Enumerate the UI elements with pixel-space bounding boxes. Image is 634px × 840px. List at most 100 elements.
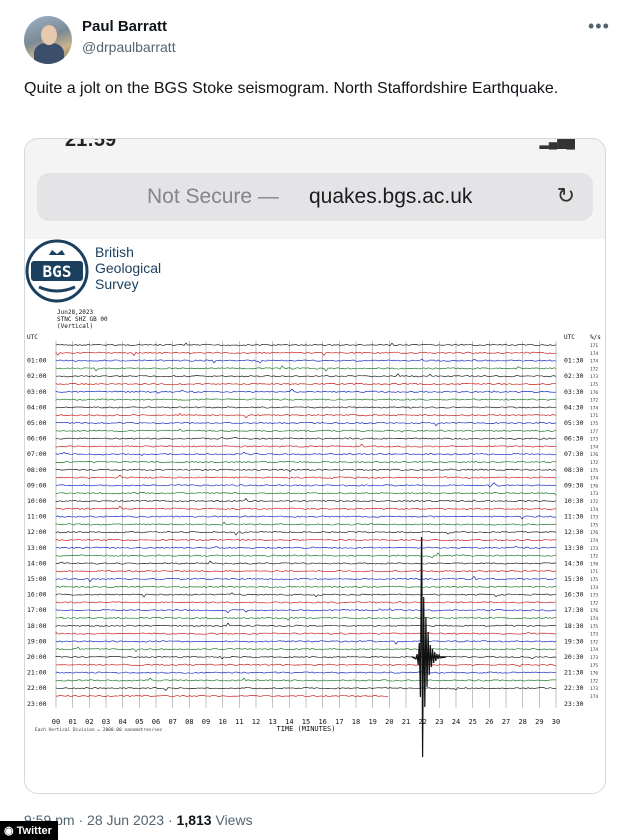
- minute-tick-label: 10: [218, 718, 226, 726]
- minute-tick-label: 02: [85, 718, 93, 726]
- minute-tick-label: 03: [102, 718, 110, 726]
- hour-label-right: 19:30: [564, 637, 584, 645]
- tweet-media[interactable]: 21:59 ▂▄▆█ Not Secure — quakes.bgs.ac.uk…: [24, 138, 606, 794]
- minute-tick-label: 19: [368, 718, 376, 726]
- hour-label-right: 06:30: [564, 435, 584, 443]
- trace-value-label: 174: [590, 351, 598, 357]
- hour-label-right: 17:30: [564, 606, 584, 614]
- trace-value-label: 174: [590, 476, 598, 482]
- trace-value-label: 171: [590, 413, 598, 419]
- hour-label-right: 14:30: [564, 559, 584, 567]
- trace-value-label: 176: [590, 530, 598, 536]
- seismogram-date: Jun28,2023: [57, 309, 94, 316]
- minute-tick-label: 04: [118, 718, 126, 726]
- minute-tick-label: 21: [402, 718, 410, 726]
- trace-value-label: 176: [590, 452, 598, 458]
- more-dots-icon[interactable]: •••: [588, 16, 610, 37]
- hour-label-left: 06:00: [27, 435, 47, 443]
- minute-tick-label: 24: [452, 718, 460, 726]
- hour-label-left: 22:00: [27, 684, 47, 692]
- twitter-watermark: ◉ Twitter: [0, 821, 58, 840]
- hour-label-right: 05:30: [564, 419, 584, 427]
- browser-url-bar[interactable]: Not Secure — quakes.bgs.ac.uk ↻: [37, 173, 593, 221]
- hour-label-right: 03:30: [564, 388, 584, 396]
- trace-value-label: 173: [590, 491, 598, 497]
- trace-value-label: 172: [590, 366, 598, 372]
- hour-label-right: 07:30: [564, 450, 584, 458]
- hour-label-left: 16:00: [27, 591, 47, 599]
- hour-label-left: 04:00: [27, 403, 47, 411]
- minute-tick-label: 17: [335, 718, 343, 726]
- trace-value-label: 174: [590, 616, 598, 622]
- hour-label-left: 23:00: [27, 700, 47, 708]
- hour-label-right: 10:30: [564, 497, 584, 505]
- trace-value-label: 174: [590, 538, 598, 544]
- hour-label-left: 17:00: [27, 606, 47, 614]
- trace-value-label: 173: [590, 546, 598, 552]
- minute-tick-label: 07: [168, 718, 176, 726]
- hour-label-right: 15:30: [564, 575, 584, 583]
- watermark-icon: ◉: [4, 825, 17, 837]
- trace-value-label: 174: [590, 405, 598, 411]
- signal-icon: ▂▄▆█: [539, 138, 575, 149]
- hour-label-left: 12:00: [27, 528, 47, 536]
- hour-label-left: 19:00: [27, 637, 47, 645]
- minute-tick-label: 06: [152, 718, 160, 726]
- trace-value-label: 172: [590, 499, 598, 505]
- minute-tick-label: 01: [68, 718, 76, 726]
- hour-label-left: 20:00: [27, 653, 47, 661]
- hour-label-right: 11:30: [564, 513, 584, 521]
- trace-value-label: 174: [590, 444, 598, 450]
- hour-label-right: 23:30: [564, 700, 584, 708]
- trace-value-label: 173: [590, 437, 598, 443]
- hour-label-left: 11:00: [27, 513, 47, 521]
- reload-icon[interactable]: ↻: [557, 183, 575, 209]
- hour-label-left: 14:00: [27, 559, 47, 567]
- hour-label-right: 20:30: [564, 653, 584, 661]
- hour-label-right: 04:30: [564, 403, 584, 411]
- tweet-meta: 9:59 pm · 28 Jun 2023 · 1,813 Views: [24, 812, 253, 828]
- avatar-shirt: [34, 43, 64, 64]
- trace-value-label: 175: [590, 663, 598, 669]
- minute-tick-label: 29: [535, 718, 543, 726]
- hour-label-left: 15:00: [27, 575, 47, 583]
- hour-label-right: 01:30: [564, 357, 584, 365]
- avatar[interactable]: [24, 16, 72, 64]
- trace-value-label: 171: [590, 569, 598, 575]
- minute-tick-label: 30: [552, 718, 560, 726]
- hour-label-right: 21:30: [564, 669, 584, 677]
- minute-tick-label: 00: [52, 718, 60, 726]
- minute-tick-label: 09: [202, 718, 210, 726]
- trace-value-label: 172: [590, 398, 598, 404]
- trace-value-label: 173: [590, 632, 598, 638]
- seismogram-image: BGS British Geological Survey Jun28,2023…: [25, 239, 605, 793]
- trace-value-label: 172: [590, 600, 598, 606]
- hour-label-left: 07:00: [27, 450, 47, 458]
- trace-value-label: 172: [590, 554, 598, 560]
- division-note: Each Vertical Division = 2000.00 nanomet…: [35, 727, 163, 733]
- phone-status-time: 21:59: [65, 138, 117, 151]
- bgs-logo-icon: BGS: [25, 239, 89, 303]
- trace-value-label: 174: [590, 585, 598, 591]
- utc-label-left: UTC: [27, 334, 38, 341]
- author-name[interactable]: Paul Barratt: [82, 18, 167, 35]
- url-domain: quakes.bgs.ac.uk: [309, 185, 473, 208]
- author-handle[interactable]: @drpaulbarratt: [82, 39, 176, 55]
- trace-value-label: 176: [590, 608, 598, 614]
- trace-value-label: 175: [590, 421, 598, 427]
- url-not-secure: Not Secure —: [147, 185, 279, 208]
- minute-tick-label: 26: [485, 718, 493, 726]
- hour-label-left: 05:00: [27, 419, 47, 427]
- avatar-face: [41, 25, 57, 45]
- trace-value-label: 173: [590, 515, 598, 521]
- seismogram-station: STNC SHZ GB 00: [57, 316, 108, 323]
- seismogram-plot: UTC UTC %/s00 01 02 03 04 05 06 07 08 09 10 11 12 13 14 1…: [27, 334, 601, 758]
- x-axis-label: TIME (MINUTES): [276, 725, 335, 733]
- trace-value-label: 175: [590, 382, 598, 388]
- tweet-text: Quite a jolt on the BGS Stoke seismogram…: [24, 80, 559, 97]
- trace-value-label: 170: [590, 561, 598, 567]
- trace-value-label: 173: [590, 655, 598, 661]
- hour-label-left: 09:00: [27, 481, 47, 489]
- minute-tick-label: 12: [252, 718, 260, 726]
- seismogram-component: (Vertical): [57, 323, 94, 330]
